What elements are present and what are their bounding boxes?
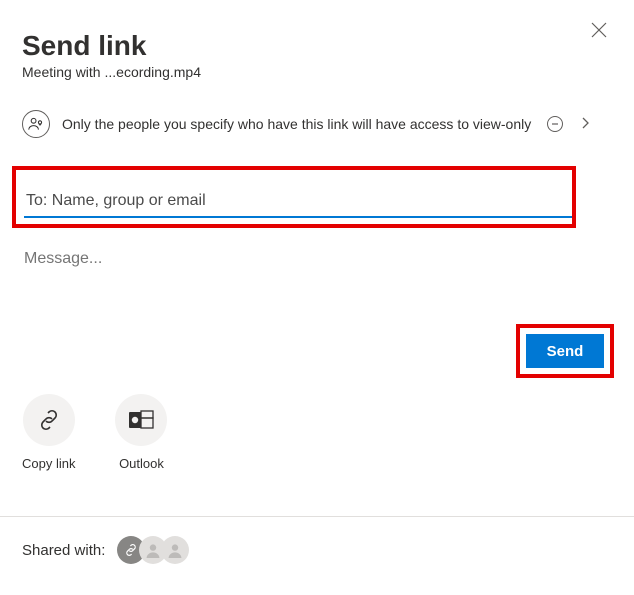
close-icon — [591, 22, 607, 38]
people-icon — [22, 110, 50, 138]
to-input[interactable] — [24, 186, 572, 218]
divider — [0, 516, 634, 517]
outlook-icon — [115, 394, 167, 446]
permission-text: Only the people you specify who have thi… — [62, 116, 531, 132]
chevron-right-icon — [581, 116, 589, 132]
avatar[interactable] — [161, 536, 189, 564]
link-icon — [23, 394, 75, 446]
shared-with-label: Shared with: — [22, 542, 105, 559]
secondary-actions: Copy link Outlook — [22, 394, 167, 471]
permission-selector[interactable]: Only the people you specify who have thi… — [22, 108, 612, 140]
copy-link-label: Copy link — [22, 456, 75, 471]
view-only-icon — [547, 116, 563, 132]
outlook-label: Outlook — [119, 456, 164, 471]
dialog-title: Send link — [22, 30, 612, 62]
send-button[interactable]: Send — [526, 334, 604, 368]
file-name: Meeting with ...ecording.mp4 — [22, 64, 612, 80]
outlook-button[interactable]: Outlook — [115, 394, 167, 471]
send-link-dialog: Send link Meeting with ...ecording.mp4 O… — [0, 0, 634, 274]
copy-link-button[interactable]: Copy link — [22, 394, 75, 471]
message-input[interactable] — [22, 244, 570, 274]
to-field-container — [22, 180, 612, 222]
shared-with-row: Shared with: — [22, 536, 189, 564]
close-button[interactable] — [590, 22, 608, 40]
